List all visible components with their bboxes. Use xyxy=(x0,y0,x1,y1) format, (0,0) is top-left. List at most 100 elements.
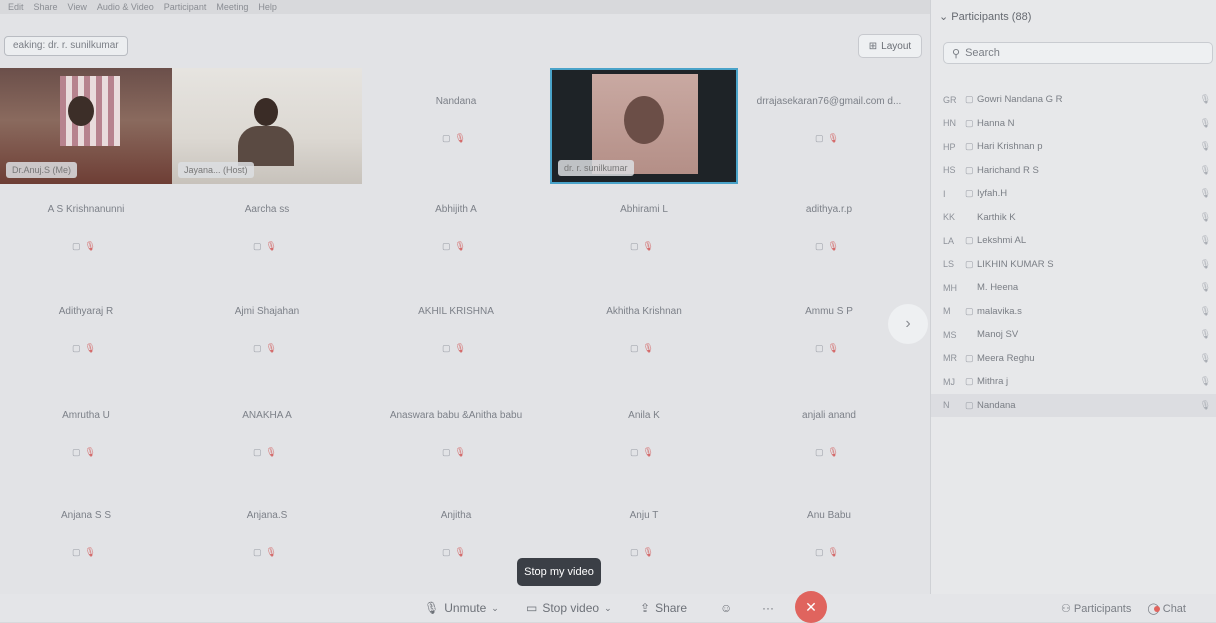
participant-name: A S Krishnanunni xyxy=(47,204,125,215)
participant-name: Amrutha U xyxy=(62,410,110,421)
end-meeting-button[interactable]: ✕ xyxy=(795,591,827,623)
mic-muted-icon: 🎙︎ xyxy=(827,447,843,457)
participant-tile[interactable]: Akhitha Krishnan ▢🎙︎ xyxy=(550,284,738,388)
participant-tile[interactable]: Anu Babu ▢🎙︎ xyxy=(738,492,920,588)
participant-list-name: Lekshmi AL xyxy=(977,235,1027,247)
participant-tile[interactable]: Anjana S S ▢🎙︎ xyxy=(0,492,172,588)
participant-list-item[interactable]: MH M. Heena 🎙︎ xyxy=(931,276,1216,300)
participant-list-item[interactable]: KK Karthik K 🎙︎ xyxy=(931,206,1216,230)
participant-tile[interactable]: anjali anand ▢🎙︎ xyxy=(738,388,920,492)
status-icons: ▢🎙︎ xyxy=(72,547,100,558)
mic-muted-icon: 🎙︎ xyxy=(642,241,658,251)
participant-list-item[interactable]: LA ▢ Lekshmi AL 🎙︎ xyxy=(931,229,1216,253)
participant-list-name: Harichand R S xyxy=(977,164,1039,176)
video-name-tag: Jayana... (Host) xyxy=(178,162,254,178)
more-button[interactable]: ··· xyxy=(762,598,774,618)
avatar: MR xyxy=(943,353,957,364)
participants-tab[interactable]: ⚇ Participants xyxy=(1061,602,1131,615)
reactions-button[interactable]: ☺ xyxy=(720,598,732,618)
participant-tile[interactable]: Dr.Anuj.S (Me) xyxy=(0,68,172,184)
camera-off-icon: ▢ xyxy=(815,447,828,457)
chevron-down-icon[interactable]: ⌄ xyxy=(491,598,499,618)
participant-name: Anila K xyxy=(628,410,660,421)
chevron-down-icon[interactable]: ⌄ xyxy=(604,598,612,618)
participant-list-item[interactable]: I ▢ Iyfah.H 🎙︎ xyxy=(931,182,1216,206)
avatar: LS xyxy=(943,259,955,270)
camera-off-icon: ▢ xyxy=(253,547,266,557)
person-video xyxy=(254,98,278,126)
participant-tile[interactable]: Anjana.S ▢🎙︎ xyxy=(172,492,362,588)
person-video xyxy=(68,96,94,126)
stop-video-label: Stop video xyxy=(542,601,600,615)
participant-list-item[interactable]: MS Manoj SV 🎙︎ xyxy=(931,323,1216,347)
participant-tile[interactable]: Anila K ▢🎙︎ xyxy=(550,388,738,492)
unmute-button[interactable]: 🎙︎ Unmute ⌄ xyxy=(424,598,499,618)
camera-off-icon: ▢ xyxy=(442,133,455,143)
participant-list: GR ▢ Gowri Nandana G R 🎙︎ HN ▢ Hanna N 🎙︎ HP ▢ Har… xyxy=(931,88,1216,417)
avatar: GR xyxy=(943,94,957,105)
participant-list-item[interactable]: MR ▢ Meera Reghu 🎙︎ xyxy=(931,347,1216,371)
participant-tile[interactable]: ANAKHA A ▢🎙︎ xyxy=(172,388,362,492)
mic-muted-icon: 🎙︎ xyxy=(454,447,470,457)
camera-off-icon: ▢ xyxy=(253,447,266,457)
participant-list-item[interactable]: GR ▢ Gowri Nandana G R 🎙︎ xyxy=(931,88,1216,112)
menu-item[interactable]: Edit xyxy=(8,2,24,12)
stop-video-tooltip: Stop my video xyxy=(517,558,601,586)
camera-off-icon: ▢ xyxy=(630,447,643,457)
participant-list-item[interactable]: N ▢ Nandana 🎙︎ xyxy=(931,393,1216,417)
participant-tile[interactable]: Nandana ▢🎙︎ xyxy=(362,68,550,184)
participant-tile[interactable]: AKHIL KRISHNA ▢🎙︎ xyxy=(362,284,550,388)
participant-tile[interactable]: Jayana... (Host) xyxy=(172,68,362,184)
status-icons: ▢🎙︎ xyxy=(815,547,843,558)
participants-panel-title[interactable]: ⌄ Participants (88) xyxy=(939,10,1031,23)
participant-tile[interactable]: adithya.r.p ▢🎙︎ xyxy=(738,184,920,284)
participant-list-item[interactable]: MJ ▢ Mithra j 🎙︎ xyxy=(931,370,1216,394)
participant-list-item[interactable]: M ▢ malavika.s 🎙︎ xyxy=(931,300,1216,324)
menu-item[interactable]: Participant xyxy=(164,2,207,12)
participant-grid: Dr.Anuj.S (Me) Jayana... (Host) Nandana ▢🎙︎… xyxy=(0,68,920,588)
participant-name: Aarcha ss xyxy=(244,204,290,215)
menu-item[interactable]: Meeting xyxy=(216,2,248,12)
stop-video-button[interactable]: ▭ Stop video ⌄ xyxy=(526,598,612,618)
menu-item[interactable]: Audio & Video xyxy=(97,2,154,12)
participant-tile[interactable]: Abhijith A ▢🎙︎ xyxy=(362,184,550,284)
participant-search-input[interactable]: ⚲ Search xyxy=(943,42,1213,64)
participant-tile[interactable]: Aarcha ss ▢🎙︎ xyxy=(172,184,362,284)
next-page-button[interactable]: › xyxy=(888,304,928,344)
mic-muted-icon: 🎙︎ xyxy=(827,547,843,557)
mic-muted-icon: 🎙︎ xyxy=(1199,352,1211,363)
participant-tile[interactable]: Ajmi Shajahan ▢🎙︎ xyxy=(172,284,362,388)
menu-item[interactable]: View xyxy=(68,2,87,12)
mic-muted-icon: 🎙︎ xyxy=(84,343,100,353)
camera-off-icon: ▢ xyxy=(442,547,455,557)
video-name-tag: Dr.Anuj.S (Me) xyxy=(6,162,78,178)
participant-tile[interactable]: Adithyaraj R ▢🎙︎ xyxy=(0,284,172,388)
participant-tile[interactable]: dr. r. sunilkumar xyxy=(550,68,738,184)
status-icons: ▢🎙︎ xyxy=(815,343,843,354)
participant-name: Anjitha xyxy=(440,510,472,521)
participants-count: Participants (88) xyxy=(951,11,1032,23)
camera-off-icon: ▢ xyxy=(630,343,643,353)
participant-tile[interactable]: Abhirami L ▢🎙︎ xyxy=(550,184,738,284)
more-icon: ··· xyxy=(762,601,774,615)
participant-list-name: Nandana xyxy=(977,399,1016,411)
camera-off-icon: ▢ xyxy=(442,343,455,353)
chat-tab[interactable]: ◯ Chat xyxy=(1147,602,1186,615)
layout-button[interactable]: ⊞ Layout xyxy=(858,34,922,58)
camera-off-icon: ▢ xyxy=(253,241,266,251)
participant-list-item[interactable]: HS ▢ Harichand R S 🎙︎ xyxy=(931,159,1216,183)
menu-item[interactable]: Share xyxy=(34,2,58,12)
participant-tile[interactable]: Amrutha U ▢🎙︎ xyxy=(0,388,172,492)
mic-muted-icon: 🎙︎ xyxy=(1199,376,1211,387)
participant-tile[interactable]: Anaswara babu &Anitha babu ▢🎙︎ xyxy=(362,388,550,492)
status-icons: ▢🎙︎ xyxy=(442,447,470,458)
participant-list-item[interactable]: HP ▢ Hari Krishnan p 🎙︎ xyxy=(931,135,1216,159)
participant-tile[interactable]: drrajasekaran76@gmail.com d... ▢🎙︎ xyxy=(738,68,920,184)
camera-off-icon: ▢ xyxy=(965,305,974,316)
menu-item[interactable]: Help xyxy=(258,2,277,12)
participant-list-item[interactable]: LS ▢ LIKHIN KUMAR S 🎙︎ xyxy=(931,253,1216,277)
participant-tile[interactable]: A S Krishnanunni ▢🎙︎ xyxy=(0,184,172,284)
participant-list-item[interactable]: HN ▢ Hanna N 🎙︎ xyxy=(931,112,1216,136)
share-button[interactable]: ⇪ Share xyxy=(640,598,687,618)
chat-tab-label: Chat xyxy=(1162,602,1186,615)
